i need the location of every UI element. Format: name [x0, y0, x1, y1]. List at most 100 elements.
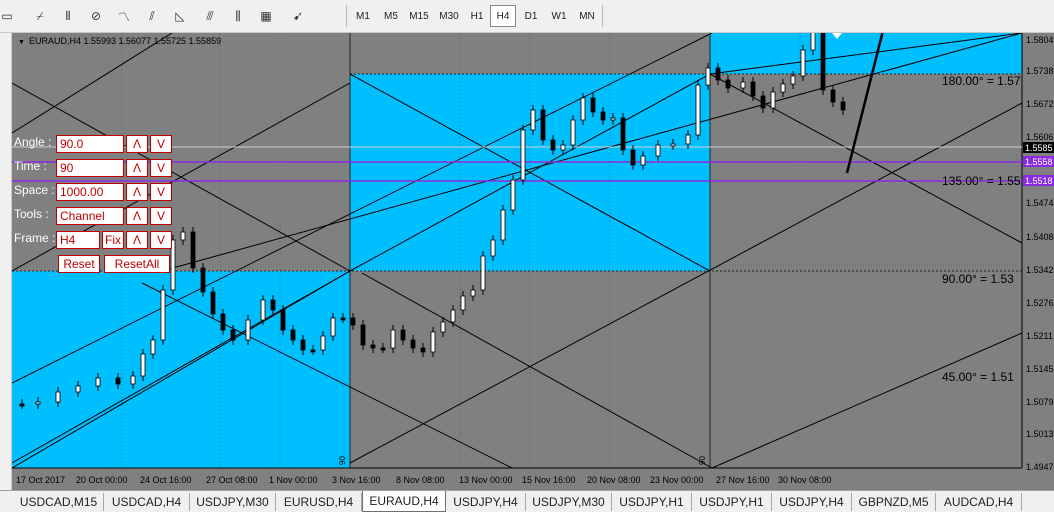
candle-body	[695, 84, 701, 136]
fibonacci-timezones-icon[interactable]: ⫼	[226, 5, 250, 27]
tab-chart[interactable]: GBPNZD,M5	[852, 493, 936, 511]
timeframe-m30[interactable]: M30	[436, 5, 462, 27]
fibonacci-extension-icon[interactable]: ⫻	[198, 5, 222, 27]
timeframe-m15[interactable]: M15	[406, 5, 432, 27]
timeframe-m5[interactable]: M5	[378, 5, 404, 27]
timeframe-h4[interactable]: H4	[490, 5, 516, 27]
tools-input[interactable]: Channel	[56, 207, 124, 225]
tab-chart[interactable]: AUDCAD,H4	[936, 493, 1022, 511]
time-input[interactable]: 90	[56, 159, 124, 177]
candle-body	[130, 375, 136, 385]
current-price-label: 1.5585	[1025, 143, 1053, 153]
gann-control-panel: Angle : 90.0 Λ V Time : 90 Λ V Space : 1…	[12, 133, 182, 276]
candle-body	[340, 317, 346, 321]
tools-down-button[interactable]: V	[150, 207, 172, 225]
chart-tabs-bar: USDCAD,M15 USDCAD,H4 USDJPY,M30 EURUSD,H4 EU…	[0, 490, 1054, 512]
candle-body	[520, 129, 526, 181]
tab-chart[interactable]: USDJPY,H4	[446, 493, 526, 511]
price-axis-tick: 1.5606	[1026, 132, 1054, 142]
time-axis-tick: 23 Nov 00:00	[650, 475, 704, 485]
candle-body	[420, 347, 426, 353]
price-axis-tick: 1.5738	[1026, 66, 1054, 76]
gann-grid-icon[interactable]: ▦	[254, 5, 278, 27]
toolbar-separator	[602, 5, 603, 27]
angle-up-button[interactable]: Λ	[126, 135, 148, 153]
chart-symbol-info: ▼ EURAUD,H4 1.55993 1.56077 1.55725 1.558…	[18, 36, 221, 46]
tab-chart[interactable]: EURUSD,H4	[276, 493, 362, 511]
candle-body	[830, 89, 836, 103]
candle-body	[55, 391, 61, 403]
candle-body	[540, 109, 546, 141]
arrows-icon[interactable]: ➹	[286, 5, 310, 27]
tab-chart[interactable]: USDJPY,H4	[772, 493, 852, 511]
candle-body	[430, 331, 436, 353]
candle-body	[630, 149, 636, 166]
dropdown-triangle-icon[interactable]: ▼	[18, 39, 25, 46]
tab-chart[interactable]: USDJPY,M30	[190, 493, 276, 511]
space-down-button[interactable]: V	[150, 183, 172, 201]
fibonacci-arcs-icon[interactable]: ◺	[168, 5, 192, 27]
candle-body	[470, 289, 476, 297]
candle-body	[190, 231, 196, 269]
time-up-button[interactable]: Λ	[126, 159, 148, 177]
time-axis-tick: 27 Nov 16:00	[716, 475, 770, 485]
fibonacci-fan-icon[interactable]: ⌿	[28, 5, 52, 27]
candle-body	[380, 347, 386, 351]
frame-up-button[interactable]: Λ	[126, 231, 148, 249]
tab-chart[interactable]: USDJPY,H1	[692, 493, 772, 511]
candle-body	[500, 209, 506, 241]
andrews-pitchfork-icon[interactable]: ⫴	[56, 5, 80, 27]
candle-body	[260, 299, 266, 321]
angle-down-button[interactable]: V	[150, 135, 172, 153]
candle-body	[300, 339, 306, 351]
fix-button[interactable]: Fix	[102, 231, 124, 249]
timeframe-h1[interactable]: H1	[464, 5, 490, 27]
candle-body	[670, 143, 676, 147]
space-input[interactable]: 1000.00	[56, 183, 124, 201]
candle-body	[220, 313, 226, 331]
frame-down-button[interactable]: V	[150, 231, 172, 249]
candle-body	[770, 91, 776, 109]
candle-body	[35, 401, 41, 405]
candle-body	[790, 75, 796, 85]
time-axis-tick: 3 Nov 16:00	[332, 475, 381, 485]
tab-chart[interactable]: USDCAD,M15	[14, 493, 104, 511]
time-down-button[interactable]: V	[150, 159, 172, 177]
tab-active[interactable]: EURAUD,H4	[362, 491, 446, 512]
candle-body	[655, 144, 661, 157]
tab-chart[interactable]: USDCAD,H4	[104, 493, 190, 511]
tab-chart[interactable]: USDJPY,M30	[526, 493, 612, 511]
time-axis-tick: 24 Oct 16:00	[140, 475, 192, 485]
candle-body	[245, 319, 251, 341]
candle-body	[390, 329, 396, 349]
frame-input[interactable]: H4	[56, 231, 100, 249]
time-axis-tick: 8 Nov 08:00	[396, 475, 445, 485]
candle-body	[580, 97, 586, 121]
timeframe-m1[interactable]: M1	[350, 5, 376, 27]
elliott-wave-icon[interactable]: 〽	[112, 5, 136, 27]
candle-body	[19, 403, 25, 407]
timeframe-w1[interactable]: W1	[546, 5, 572, 27]
candle-body	[530, 109, 536, 131]
candle-body	[550, 139, 556, 151]
candle-body	[150, 339, 156, 355]
timeframe-d1[interactable]: D1	[518, 5, 544, 27]
timeframe-mn[interactable]: MN	[574, 5, 600, 27]
candle-body	[840, 101, 846, 111]
tools-label: Tools :	[14, 207, 49, 221]
angle-input[interactable]: 90.0	[56, 135, 124, 153]
toolbar-grip-icon: ▭	[1, 9, 13, 23]
reset-button[interactable]: Reset	[58, 255, 100, 273]
space-up-button[interactable]: Λ	[126, 183, 148, 201]
candle-body	[370, 344, 376, 349]
tools-up-button[interactable]: Λ	[126, 207, 148, 225]
fibonacci-channel-icon[interactable]: ⫽	[140, 5, 164, 27]
tab-chart[interactable]: USDJPY,H1	[612, 493, 692, 511]
reset-all-button[interactable]: ResetAll	[104, 255, 170, 273]
candle-body	[725, 79, 731, 89]
gann-line-icon[interactable]: ⊘	[84, 5, 108, 27]
candle-body	[200, 267, 206, 293]
candle-body	[400, 329, 406, 341]
time-axis-tick: 30 Nov 08:00	[778, 475, 832, 485]
candle-body	[800, 49, 806, 77]
